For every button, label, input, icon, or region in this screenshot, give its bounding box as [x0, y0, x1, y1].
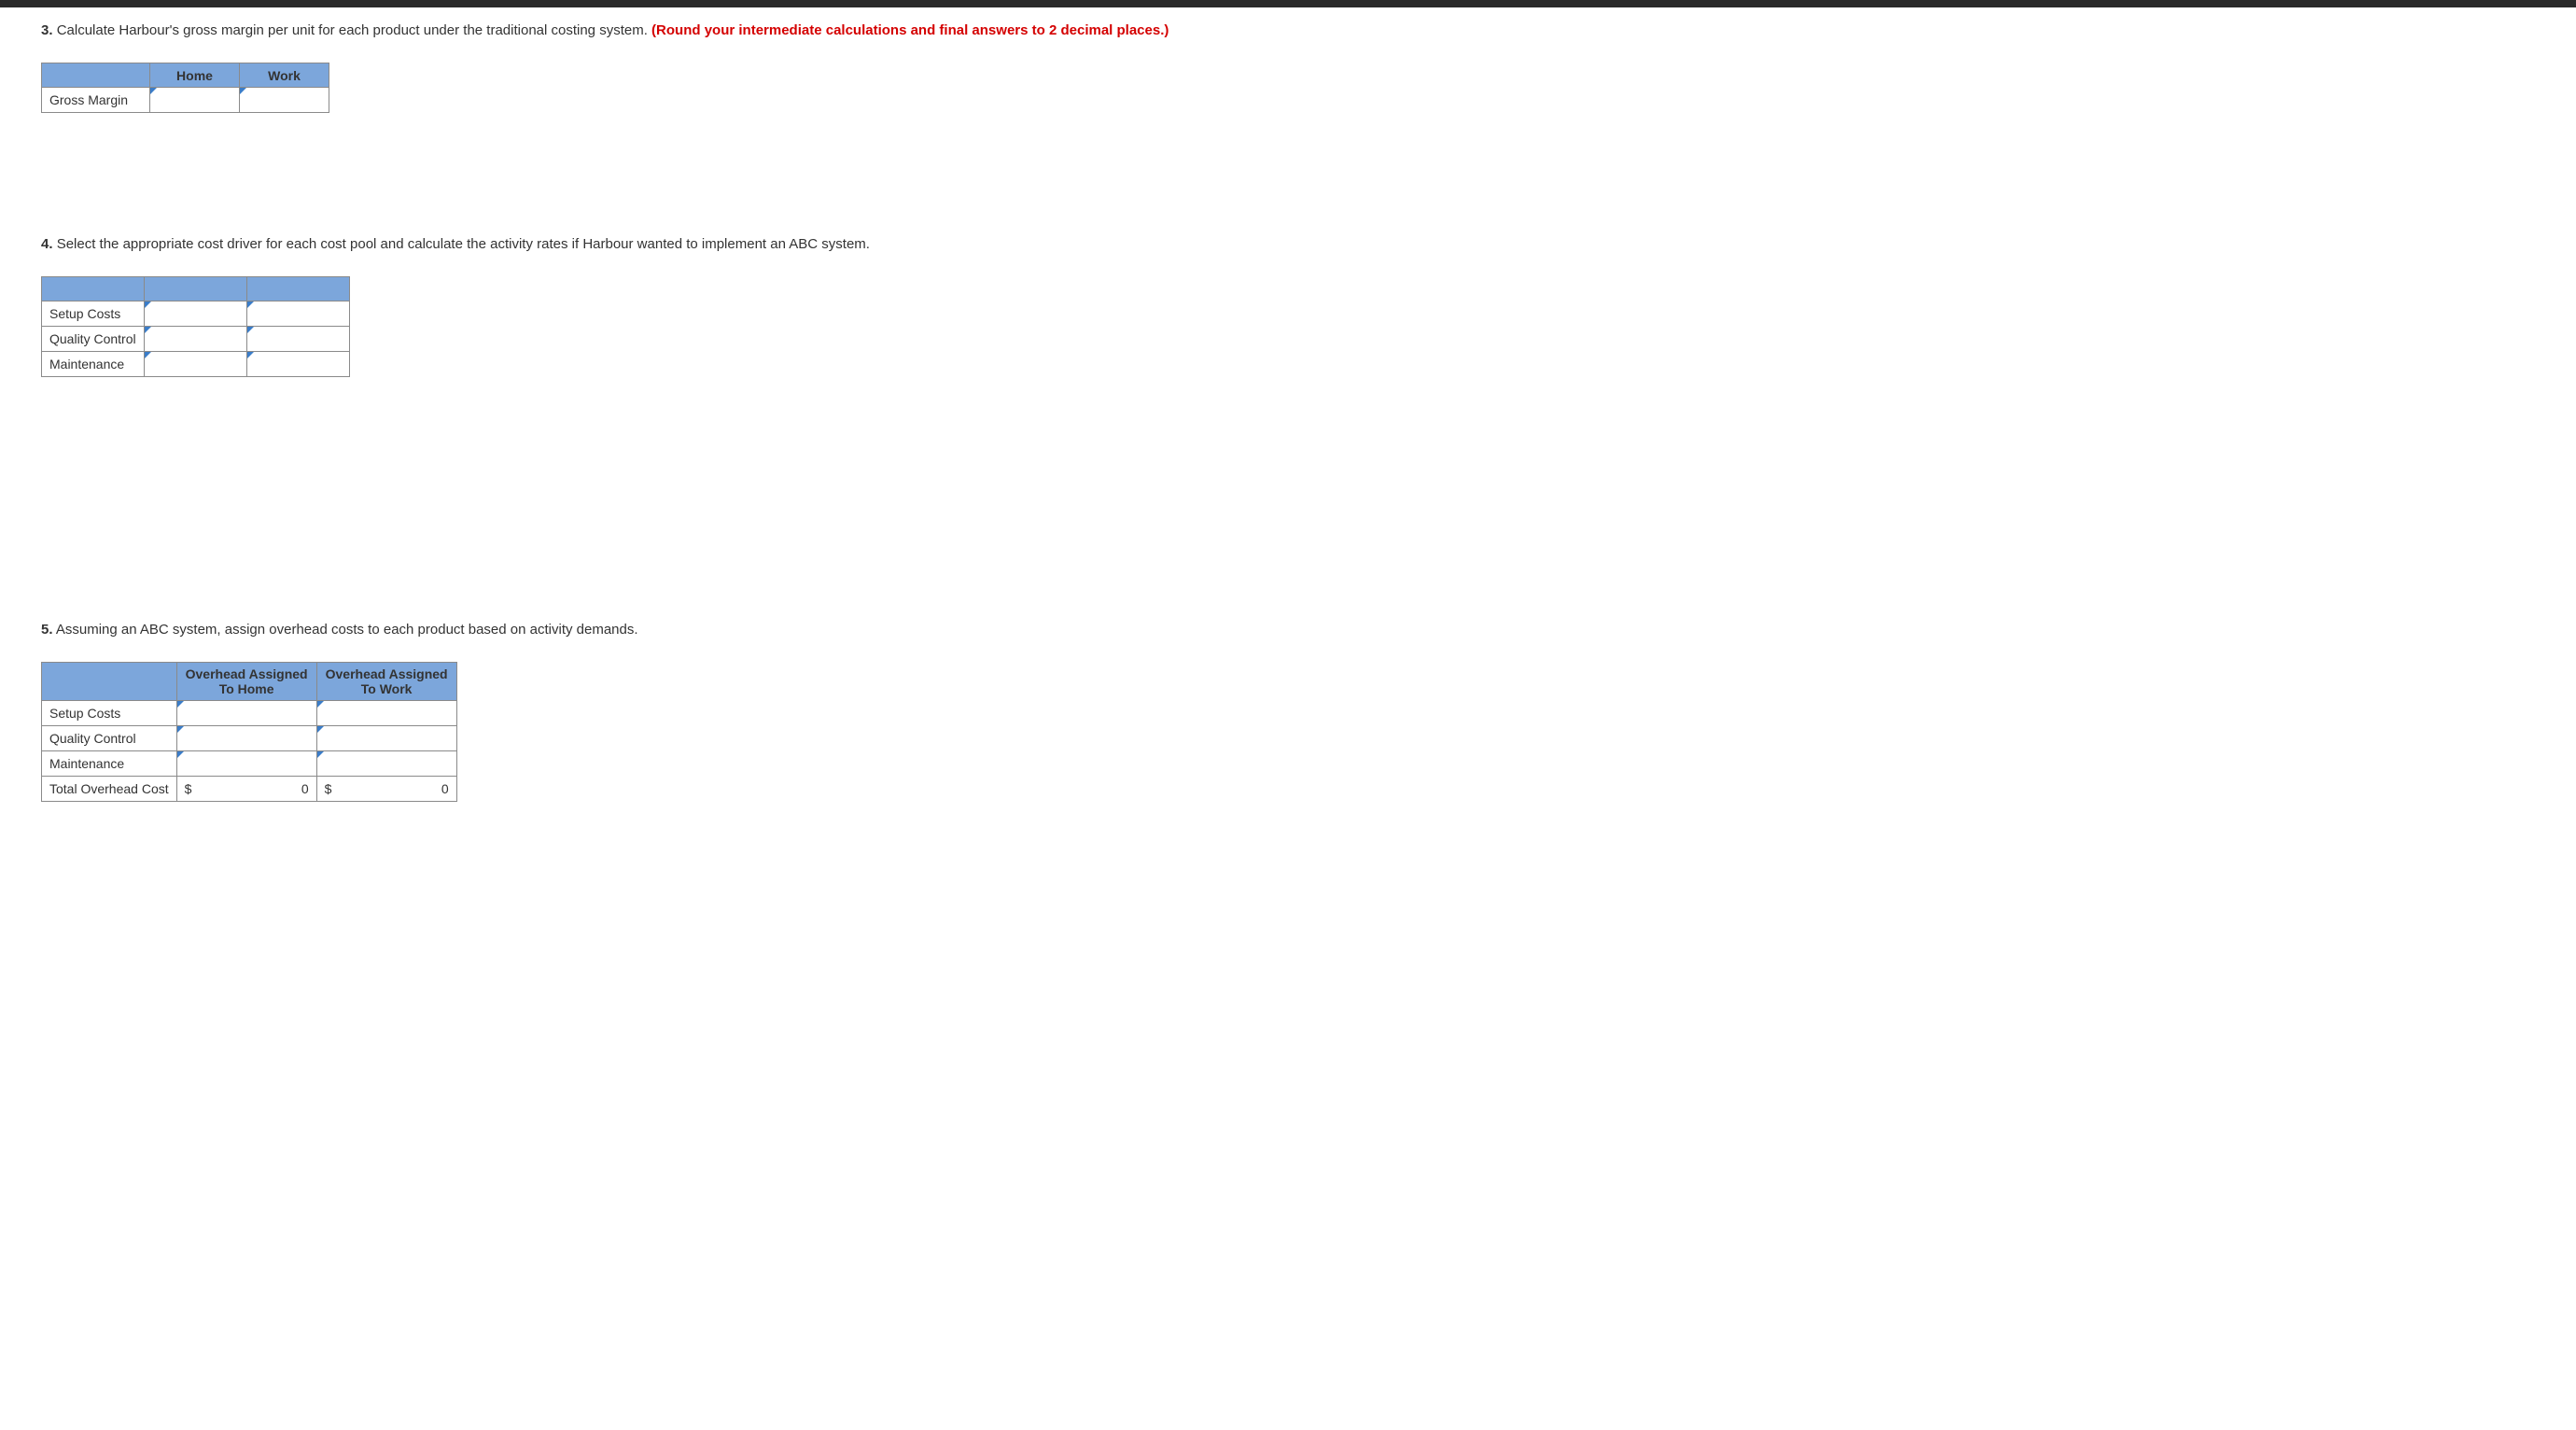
- table-row: Setup Costs: [42, 701, 457, 726]
- cell-value: [240, 88, 329, 112]
- maintenance-home-cell[interactable]: [176, 751, 316, 777]
- rounding-instruction: (Round your intermediate calculations an…: [651, 22, 1169, 38]
- question-number: 4.: [41, 236, 53, 252]
- question-5-block: 5. Assuming an ABC system, assign overhe…: [41, 620, 2535, 802]
- editable-marker-icon: [177, 751, 184, 758]
- gross-margin-work-cell[interactable]: [240, 88, 329, 113]
- row-label-setup-costs: Setup Costs: [42, 301, 145, 327]
- question-3-block: 3. Calculate Harbour's gross margin per …: [41, 21, 2535, 113]
- total-overhead-work-cell: $ 0: [316, 777, 456, 802]
- table-row: Maintenance: [42, 751, 457, 777]
- table-row: Maintenance: [42, 352, 350, 377]
- question-5-text: 5. Assuming an ABC system, assign overhe…: [41, 620, 2535, 639]
- editable-marker-icon: [145, 301, 151, 308]
- question-body: Calculate Harbour's gross margin per uni…: [57, 22, 648, 38]
- total-value: 0: [441, 781, 449, 796]
- column-header-work: Work: [240, 63, 329, 88]
- currency-symbol: $: [325, 781, 332, 796]
- quality-control-rate-cell[interactable]: [247, 327, 350, 352]
- maintenance-rate-cell[interactable]: [247, 352, 350, 377]
- editable-marker-icon: [145, 352, 151, 358]
- editable-marker-icon: [247, 352, 254, 358]
- row-label-gross-margin: Gross Margin: [42, 88, 150, 113]
- setup-costs-rate-cell[interactable]: [247, 301, 350, 327]
- activity-rates-table: Setup Costs Quality Control: [41, 276, 350, 377]
- gross-margin-home-cell[interactable]: [150, 88, 240, 113]
- editable-marker-icon: [145, 327, 151, 333]
- setup-costs-home-cell[interactable]: [176, 701, 316, 726]
- question-number: 3.: [41, 22, 53, 38]
- editable-marker-icon: [177, 726, 184, 733]
- total-overhead-home-cell: $ 0: [176, 777, 316, 802]
- cell-value: [150, 88, 239, 112]
- blank-header: [145, 277, 247, 301]
- table-row: Quality Control: [42, 327, 350, 352]
- row-label-quality-control: Quality Control: [42, 726, 177, 751]
- editable-marker-icon: [240, 88, 246, 94]
- cell-value: [317, 701, 456, 725]
- table-header-row: Overhead Assigned To Home Overhead Assig…: [42, 663, 457, 701]
- blank-header: [42, 63, 150, 88]
- quality-control-driver-cell[interactable]: [145, 327, 247, 352]
- page-content: 3. Calculate Harbour's gross margin per …: [0, 7, 2576, 858]
- row-label-maintenance: Maintenance: [42, 352, 145, 377]
- column-header-overhead-work: Overhead Assigned To Work: [316, 663, 456, 701]
- question-4-block: 4. Select the appropriate cost driver fo…: [41, 234, 2535, 377]
- cell-value: [247, 352, 349, 376]
- cell-value: [317, 751, 456, 776]
- quality-control-home-cell[interactable]: [176, 726, 316, 751]
- editable-marker-icon: [317, 701, 324, 708]
- table-header-row: [42, 277, 350, 301]
- question-4-text: 4. Select the appropriate cost driver fo…: [41, 234, 2535, 254]
- row-label-quality-control: Quality Control: [42, 327, 145, 352]
- table-row: Gross Margin: [42, 88, 329, 113]
- editable-marker-icon: [317, 726, 324, 733]
- setup-costs-work-cell[interactable]: [316, 701, 456, 726]
- row-label-total-overhead: Total Overhead Cost: [42, 777, 177, 802]
- editable-marker-icon: [247, 301, 254, 308]
- column-header-overhead-home: Overhead Assigned To Home: [176, 663, 316, 701]
- table-header-row: Home Work: [42, 63, 329, 88]
- question-body: Assuming an ABC system, assign overhead …: [56, 622, 638, 638]
- question-body: Select the appropriate cost driver for e…: [57, 236, 870, 252]
- cell-value: [247, 327, 349, 351]
- gross-margin-table: Home Work Gross Margin: [41, 63, 329, 113]
- cell-value: [177, 701, 316, 725]
- maintenance-work-cell[interactable]: [316, 751, 456, 777]
- blank-header: [42, 277, 145, 301]
- cell-value: [177, 726, 316, 750]
- cell-value: [177, 751, 316, 776]
- column-header-home: Home: [150, 63, 240, 88]
- table-row: Quality Control: [42, 726, 457, 751]
- blank-header: [42, 663, 177, 701]
- setup-costs-driver-cell[interactable]: [145, 301, 247, 327]
- table-row: Setup Costs: [42, 301, 350, 327]
- editable-marker-icon: [177, 701, 184, 708]
- editable-marker-icon: [317, 751, 324, 758]
- cell-value: [247, 301, 349, 326]
- currency-symbol: $: [185, 781, 192, 796]
- question-3-text: 3. Calculate Harbour's gross margin per …: [41, 21, 2535, 40]
- maintenance-driver-cell[interactable]: [145, 352, 247, 377]
- editable-marker-icon: [247, 327, 254, 333]
- cell-value: [145, 327, 246, 351]
- quality-control-work-cell[interactable]: [316, 726, 456, 751]
- editable-marker-icon: [150, 88, 157, 94]
- row-label-maintenance: Maintenance: [42, 751, 177, 777]
- blank-header: [247, 277, 350, 301]
- question-number: 5.: [41, 622, 53, 638]
- overhead-assigned-table: Overhead Assigned To Home Overhead Assig…: [41, 662, 457, 802]
- row-label-setup-costs: Setup Costs: [42, 701, 177, 726]
- table-total-row: Total Overhead Cost $ 0 $ 0: [42, 777, 457, 802]
- cell-value: [145, 352, 246, 376]
- cell-value: [145, 301, 246, 326]
- total-value: 0: [301, 781, 309, 796]
- window-topbar: [0, 0, 2576, 7]
- cell-value: [317, 726, 456, 750]
